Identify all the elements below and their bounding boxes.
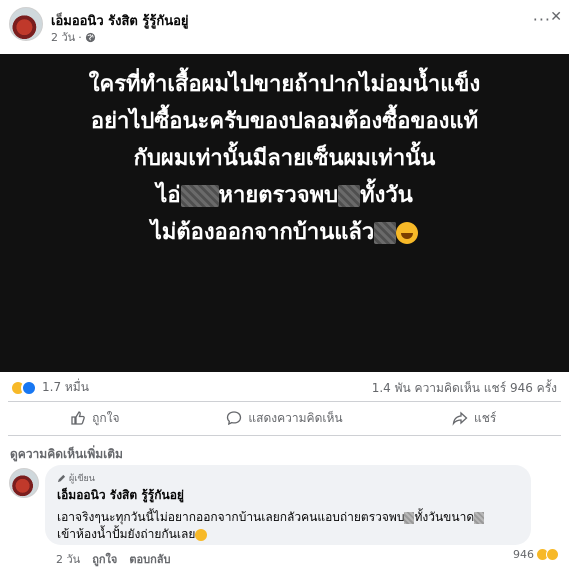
view-more-comments-link[interactable]: ดูความคิดเห็นเพิ่มเติม	[10, 445, 123, 464]
image-text-line-2: อย่าไปซื้อนะครับของปลอมต้องซื้อของแท้	[90, 109, 479, 134]
commenter-avatar[interactable]	[9, 468, 39, 498]
close-icon[interactable]: ✕	[550, 9, 562, 25]
image-text-4a: ไอ่	[156, 183, 181, 208]
comment-reaction-count: 946	[513, 548, 534, 561]
pencil-icon	[57, 474, 66, 482]
censored-blur	[374, 222, 397, 244]
laugh-cry-reaction-icon	[546, 548, 559, 561]
post-stats: 1.7 หมื่น 1.4 พัน ความคิดเห็น แชร์ 946 ค…	[0, 378, 569, 400]
image-text-line-5: ไม่ต้องออกจากบ้านแล้ว	[0, 214, 569, 251]
thumbs-up-icon	[71, 411, 85, 425]
more-options-icon[interactable]: ···	[533, 10, 551, 29]
post-image-text: ใครที่ทำเสื้อผมไปขายถ้าปากไม่อมน้ำแข็ง อ…	[0, 66, 569, 251]
censored-blur	[180, 185, 219, 207]
reaction-count[interactable]: 1.7 หมื่น	[42, 378, 89, 397]
reaction-summary[interactable]: 1.7 หมื่น	[10, 378, 89, 397]
comment-icon	[227, 411, 242, 426]
post-actions: ถูกใจ แสดงความคิดเห็น แชร์	[0, 403, 569, 433]
rofl-emoji-icon	[195, 528, 208, 541]
share-label: แชร์	[474, 410, 497, 425]
share-button[interactable]: แชร์	[379, 403, 569, 433]
like-label: ถูกใจ	[92, 410, 120, 425]
comment-footer: 2 วัน ถูกใจ ตอบกลับ	[56, 550, 170, 568]
comment-text-2: เข้าห้องน้ำปั้มยังถ่ายกันเลย	[57, 527, 196, 541]
author-badge-label: ผู้เขียน	[69, 474, 95, 484]
rofl-emoji-icon	[396, 222, 419, 244]
censored-blur	[474, 511, 485, 524]
image-text-5a: ไม่ต้องออกจากบ้านแล้ว	[150, 220, 375, 245]
post-meta: 2 วัน ·	[51, 28, 96, 46]
comment-reactions[interactable]: 946	[513, 548, 559, 561]
censored-blur	[338, 185, 361, 207]
comment-text: เอาจริงๆนะทุกวันนี้ไม่อยากออกจากบ้านเลยก…	[57, 509, 519, 543]
comment-text-1b: ทั้งวันขนาด	[414, 510, 475, 524]
comment-text-1a: เอาจริงๆนะทุกวันนี้ไม่อยากออกจากบ้านเลยก…	[57, 510, 405, 524]
like-button[interactable]: ถูกใจ	[0, 403, 190, 433]
share-icon	[452, 411, 468, 426]
image-text-line-4: ไอ่ หายตรวจพบ ทั้งวัน	[0, 177, 569, 214]
comment-reply-button[interactable]: ตอบกลับ	[129, 550, 170, 568]
comment-label: แสดงความคิดเห็น	[248, 410, 343, 425]
comment-button[interactable]: แสดงความคิดเห็น	[190, 403, 380, 433]
post-header: เอ็มออนิว รังสิต รู้รู้กันอยู่ 2 วัน · ·…	[0, 0, 569, 50]
comment-like-button[interactable]: ถูกใจ	[92, 550, 117, 568]
author-badge: ผู้เขียน	[57, 471, 519, 485]
post-time[interactable]: 2 วัน	[51, 28, 75, 46]
image-text-4b: หายตรวจพบ	[218, 183, 339, 208]
censored-blur	[404, 511, 415, 524]
image-text-4c: ทั้งวัน	[360, 183, 413, 208]
comment-author[interactable]: เอ็มออนิว รังสิต รู้รู้กันอยู่	[57, 486, 519, 505]
divider	[8, 435, 561, 436]
author-avatar[interactable]	[9, 7, 43, 41]
image-text-line-3: กับผมเท่านั้นมีลายเซ็นผมเท่านั้น	[133, 146, 436, 171]
divider	[8, 401, 561, 402]
like-reaction-icon	[21, 379, 37, 396]
image-text-line-1: ใครที่ทำเสื้อผมไปขายถ้าปากไม่อมน้ำแข็ง	[88, 72, 481, 97]
comment-bubble: ผู้เขียน เอ็มออนิว รังสิต รู้รู้กันอยู่ …	[45, 465, 531, 545]
comments-shares-count[interactable]: 1.4 พัน ความคิดเห็น แชร์ 946 ครั้ง	[372, 379, 557, 398]
comment-time[interactable]: 2 วัน	[56, 550, 80, 568]
globe-icon	[85, 32, 95, 42]
